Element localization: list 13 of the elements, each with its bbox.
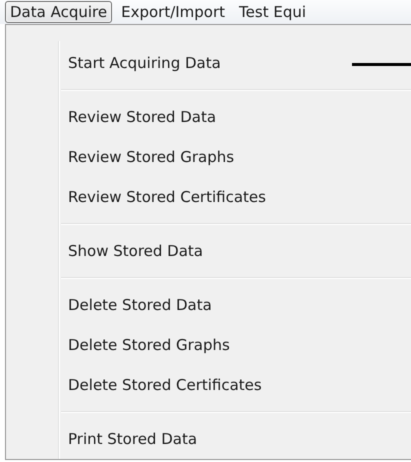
menu-item[interactable]: Review Stored Graphs xyxy=(68,147,234,167)
menu-item[interactable]: Delete Stored Graphs xyxy=(68,335,230,355)
menu-bar-item[interactable]: Data Acquire xyxy=(5,1,112,23)
menu-item[interactable]: Print Stored Data xyxy=(68,429,198,449)
menu-item[interactable]: Review Stored Certificates xyxy=(68,187,266,207)
menu-item[interactable]: Review Stored Data xyxy=(68,107,216,127)
menu-item[interactable]: Delete Stored Data xyxy=(68,295,212,315)
dash-line xyxy=(352,63,411,66)
menu-item[interactable]: Delete Stored Certificates xyxy=(68,375,262,395)
menu-item[interactable]: Start Acquiring Data xyxy=(68,53,221,73)
menu-item[interactable]: Show Stored Data xyxy=(68,241,203,261)
menu-bar-item[interactable]: Export/Import xyxy=(116,1,230,23)
menu-bar-item[interactable]: Test Equi xyxy=(234,1,312,23)
